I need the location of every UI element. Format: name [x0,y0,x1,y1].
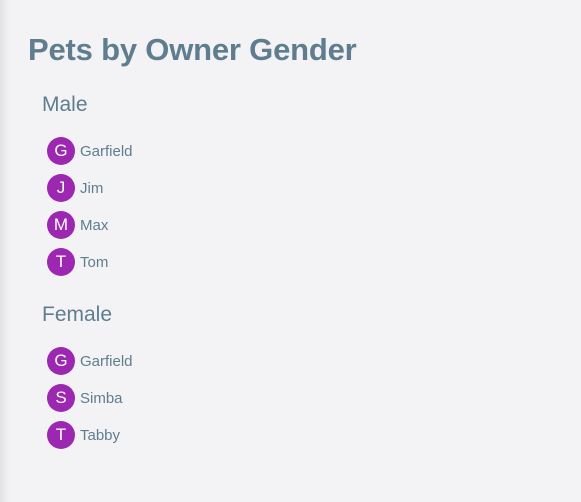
pet-name: Tabby [80,426,121,444]
pet-name: Garfield [80,352,133,370]
avatar: J [47,174,75,202]
pet-name: Jim [80,179,104,197]
avatar: G [47,137,75,165]
left-edge-shadow [0,0,10,502]
avatar: S [47,384,75,412]
pet-name: Max [80,216,109,234]
group-male: Male G Garfield J Jim M Max T Tom [42,91,581,276]
list-item[interactable]: M Max [47,211,581,239]
avatar: M [47,211,75,239]
list-item[interactable]: T Tom [47,248,581,276]
group-heading-female: Female [42,303,113,326]
pet-list-male: G Garfield J Jim M Max T Tom [47,137,581,276]
page-title: Pets by Owner Gender [28,32,357,67]
pet-name: Simba [80,389,123,407]
group-female: Female G Garfield S Simba T Tabby [42,301,581,449]
list-item[interactable]: S Simba [47,384,581,412]
pet-name: Garfield [80,142,133,160]
avatar: T [47,421,75,449]
page-content: Pets by Owner Gender Male G Garfield J J… [28,30,581,458]
list-item[interactable]: G Garfield [47,137,581,165]
pet-name: Tom [80,253,109,271]
group-heading-male: Male [42,93,88,116]
avatar: T [47,248,75,276]
list-item[interactable]: G Garfield [47,347,581,375]
list-item[interactable]: T Tabby [47,421,581,449]
avatar: G [47,347,75,375]
pet-list-female: G Garfield S Simba T Tabby [47,347,581,449]
list-item[interactable]: J Jim [47,174,581,202]
